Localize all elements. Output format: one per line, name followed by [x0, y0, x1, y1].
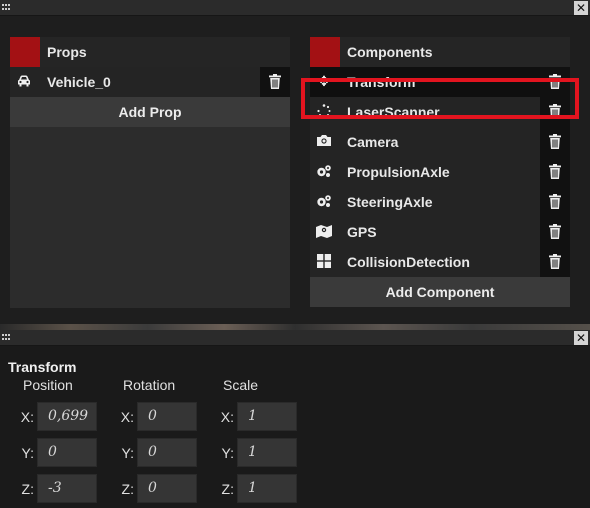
gears-icon: [316, 164, 332, 180]
delete-component-button[interactable]: [540, 157, 570, 187]
position-x-field[interactable]: 0,699: [37, 402, 97, 431]
position-y-field[interactable]: 0: [37, 438, 97, 467]
rotation-y-field[interactable]: 0: [137, 438, 197, 467]
delete-component-button[interactable]: [540, 127, 570, 157]
windows-icon: [316, 254, 332, 270]
delete-component-button[interactable]: [540, 187, 570, 217]
scale-x-label: X:: [220, 409, 234, 425]
scale-y-label: Y:: [221, 445, 234, 461]
rotation-z-field[interactable]: 0: [137, 474, 197, 503]
component-item-label: Transform: [347, 74, 416, 90]
rotation-y-label: Y:: [121, 445, 134, 461]
rotation-x-field[interactable]: 0: [137, 402, 197, 431]
component-item-steeringaxle[interactable]: SteeringAxle: [310, 187, 570, 217]
component-item-label: GPS: [347, 224, 377, 240]
move-icon: ✥: [318, 74, 330, 90]
components-color-swatch: [310, 37, 340, 67]
drag-grip-icon[interactable]: [2, 4, 10, 11]
props-panel-title: Props: [47, 44, 87, 60]
camera-icon: [316, 134, 332, 150]
component-item-propulsionaxle[interactable]: PropulsionAxle: [310, 157, 570, 187]
inspector-window-body: Transform Position Rotation Scale X: 0,6…: [0, 346, 590, 508]
top-window-body: Props Vehicle_0 Add Prop Components ✥ Tr…: [0, 16, 590, 324]
props-panel: Props Vehicle_0 Add Prop: [10, 37, 290, 308]
props-color-swatch: [10, 37, 40, 67]
trash-icon: [549, 254, 561, 269]
props-panel-header: Props: [10, 37, 290, 67]
inspector-window-titlebar[interactable]: ✕: [0, 330, 590, 346]
prop-item-label: Vehicle_0: [47, 74, 111, 90]
prop-item-vehicle[interactable]: Vehicle_0: [10, 67, 290, 97]
component-item-label: CollisionDetection: [347, 254, 470, 270]
gears-icon: [316, 194, 332, 210]
inspector-title: Transform: [8, 359, 77, 375]
add-prop-button[interactable]: Add Prop: [10, 97, 290, 127]
delete-prop-button[interactable]: [260, 67, 290, 97]
scale-x-field[interactable]: 1: [237, 402, 297, 431]
map-icon: [316, 224, 332, 240]
scale-z-label: Z:: [221, 481, 234, 497]
scale-header: Scale: [223, 377, 259, 393]
rotation-z-label: Z:: [121, 481, 134, 497]
trash-icon: [549, 74, 561, 89]
trash-icon: [549, 104, 561, 119]
inspector-window-close-button[interactable]: ✕: [574, 331, 588, 345]
position-z-label: Z:: [21, 481, 34, 497]
component-item-label: LaserScanner: [347, 104, 440, 120]
rotation-x-label: X:: [120, 409, 134, 425]
position-y-label: Y:: [21, 445, 34, 461]
top-window-close-button[interactable]: ✕: [574, 1, 588, 15]
delete-component-button[interactable]: [540, 247, 570, 277]
components-panel-title: Components: [347, 44, 433, 60]
components-panel: Components ✥ Transform LaserScanner Came…: [310, 37, 570, 308]
delete-component-button[interactable]: [540, 217, 570, 247]
trash-icon: [549, 134, 561, 149]
position-x-label: X:: [20, 409, 34, 425]
component-item-laserscanner[interactable]: LaserScanner: [310, 97, 570, 127]
add-component-button[interactable]: Add Component: [310, 277, 570, 307]
scale-z-field[interactable]: 1: [237, 474, 297, 503]
component-item-label: Camera: [347, 134, 399, 150]
component-item-collisiondetection[interactable]: CollisionDetection: [310, 247, 570, 277]
position-header: Position: [23, 377, 73, 393]
delete-component-button[interactable]: [540, 67, 570, 97]
trash-icon: [269, 74, 281, 89]
component-item-gps[interactable]: GPS: [310, 217, 570, 247]
drag-grip-icon[interactable]: [2, 334, 10, 341]
scale-y-field[interactable]: 1: [237, 438, 297, 467]
component-item-transform[interactable]: ✥ Transform: [310, 67, 570, 97]
delete-component-button[interactable]: [540, 97, 570, 127]
trash-icon: [549, 164, 561, 179]
component-item-camera[interactable]: Camera: [310, 127, 570, 157]
position-z-field[interactable]: -3: [37, 474, 97, 503]
top-window-titlebar[interactable]: ✕: [0, 0, 590, 16]
component-item-label: SteeringAxle: [347, 194, 433, 210]
rotation-header: Rotation: [123, 377, 176, 393]
component-item-label: PropulsionAxle: [347, 164, 450, 180]
trash-icon: [549, 224, 561, 239]
spinner-icon: [316, 104, 332, 120]
components-panel-header: Components: [310, 37, 570, 67]
car-icon: [16, 74, 32, 90]
trash-icon: [549, 194, 561, 209]
